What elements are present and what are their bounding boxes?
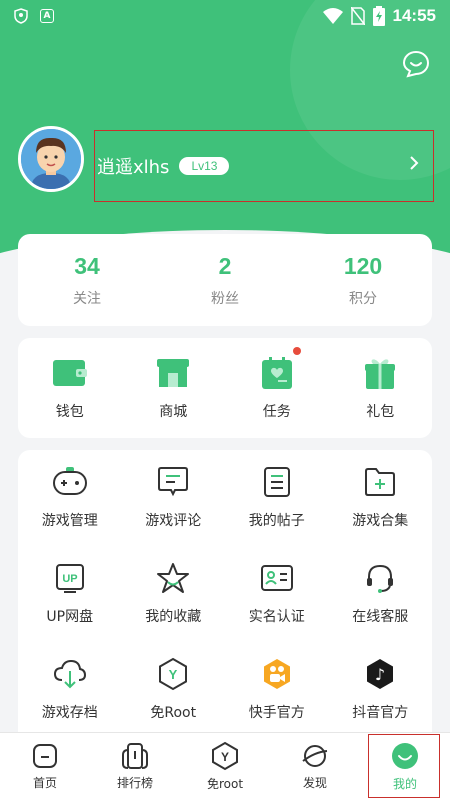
stat-label: 积分 — [349, 290, 377, 307]
store-icon — [157, 359, 190, 387]
gift-icon — [365, 359, 396, 389]
battery-charging-icon — [372, 6, 385, 26]
a-icon: A — [40, 9, 54, 23]
profile-section[interactable]: 逍遥xlhs Lv13 — [18, 124, 438, 204]
stat-label: 关注 — [73, 290, 101, 307]
stat-value: 2 — [218, 252, 232, 279]
stat-label: 粉丝 — [211, 290, 239, 307]
menu-item-label: 实名认证 — [248, 609, 305, 625]
planet-icon — [302, 745, 328, 767]
note-glyph: ♪ — [375, 665, 385, 684]
user-info-highlight[interactable]: 逍遥xlhs Lv13 — [94, 130, 434, 202]
menu-item-label: 免Root — [150, 705, 197, 721]
tab-home[interactable]: 首页 — [0, 733, 90, 800]
stats-card: 34 关注 2 粉丝 120 积分 — [18, 234, 432, 326]
menu-item-game-collection[interactable]: 游戏合集 — [329, 464, 433, 560]
menu-item-label: 我的帖子 — [248, 513, 305, 529]
wallet-icon — [52, 360, 87, 386]
message-button[interactable] — [400, 48, 432, 80]
menu-item-label: 游戏评论 — [145, 513, 202, 529]
tab-discover[interactable]: 发现 — [270, 733, 360, 800]
menu-item-wallet[interactable]: 钱包 — [18, 338, 122, 438]
y-glyph: Y — [169, 667, 178, 682]
menu-item-label: 在线客服 — [352, 609, 409, 625]
menu-item-online-support[interactable]: 在线客服 — [329, 560, 433, 656]
menu-item-task[interactable]: 任务 — [225, 338, 329, 438]
stat-value: 120 — [343, 252, 383, 279]
menu-item-my-posts[interactable]: 我的帖子 — [225, 464, 329, 560]
folder-add-icon — [365, 468, 396, 496]
menu-item-label: 快手官方 — [248, 705, 305, 721]
menu-item-label: 礼包 — [366, 404, 395, 420]
menu-item-label: 游戏存档 — [41, 705, 98, 721]
kuaishou-icon — [263, 659, 290, 689]
wifi-icon — [322, 8, 343, 24]
post-icon — [263, 467, 290, 497]
active-tab-highlight — [368, 734, 440, 798]
shield-icon — [14, 8, 28, 24]
menu-item-label: 游戏管理 — [41, 513, 98, 529]
id-card-icon — [260, 565, 293, 591]
comment-icon — [158, 467, 189, 497]
menu-item-label: 任务 — [262, 404, 291, 420]
gamepad-icon — [52, 467, 87, 495]
tab-ranking[interactable]: 排行榜 — [90, 733, 180, 800]
username: 逍遥xlhs — [97, 157, 170, 178]
tab-no-root[interactable]: Y 免root — [180, 733, 270, 800]
no-sim-icon — [350, 7, 365, 25]
up-glyph: UP — [62, 573, 77, 585]
hexagon-y-icon: Y — [212, 741, 238, 771]
menu-item-label: 抖音官方 — [352, 705, 409, 721]
notification-dot — [292, 347, 301, 355]
hexagon-y-icon: Y — [159, 657, 188, 691]
stat-value: 34 — [74, 252, 100, 279]
menu-item-label: 商城 — [159, 404, 188, 420]
task-icon — [261, 357, 292, 389]
up-disk-icon: UP — [55, 564, 84, 593]
avatar[interactable] — [18, 126, 84, 192]
ranking-icon — [122, 743, 148, 769]
services-grid-card: 游戏管理 游戏评论 我的帖子 游戏合集 UP UP网盘 我的收藏 实名认证 在线… — [18, 450, 432, 740]
menu-item-game-comments[interactable]: 游戏评论 — [122, 464, 226, 560]
douyin-icon: ♪ — [367, 659, 394, 689]
clock: 14:55 — [392, 6, 436, 25]
chat-bubble-icon — [402, 50, 430, 78]
tab-label: 发现 — [302, 776, 327, 790]
wallet-row-card: 钱包 商城 任务 礼包 — [18, 338, 432, 438]
menu-item-gift[interactable]: 礼包 — [329, 338, 433, 438]
chevron-right-icon — [410, 156, 419, 170]
cloud-download-icon — [53, 659, 86, 689]
menu-item-label: 游戏合集 — [352, 513, 409, 529]
menu-item-store[interactable]: 商城 — [122, 338, 226, 438]
tab-label: 免root — [206, 777, 244, 791]
menu-item-my-favorites[interactable]: 我的收藏 — [122, 560, 226, 656]
menu-item-label: UP网盘 — [46, 609, 94, 625]
menu-item-label: 钱包 — [55, 404, 84, 420]
stat-points[interactable]: 120 积分 — [294, 234, 432, 326]
stat-following[interactable]: 34 关注 — [18, 234, 156, 326]
headset-icon — [367, 564, 394, 593]
level-badge: Lv13 — [179, 157, 230, 175]
y-glyph: Y — [221, 750, 229, 764]
menu-item-label: 我的收藏 — [145, 609, 202, 625]
home-icon — [33, 744, 57, 768]
menu-item-up-disk[interactable]: UP UP网盘 — [18, 560, 122, 656]
status-bar: A 14:55 — [0, 0, 450, 32]
star-icon — [157, 563, 190, 593]
menu-item-game-management[interactable]: 游戏管理 — [18, 464, 122, 560]
stat-fans[interactable]: 2 粉丝 — [156, 234, 294, 326]
menu-item-real-name-auth[interactable]: 实名认证 — [225, 560, 329, 656]
tab-label: 首页 — [32, 776, 57, 790]
tab-label: 排行榜 — [116, 776, 153, 790]
